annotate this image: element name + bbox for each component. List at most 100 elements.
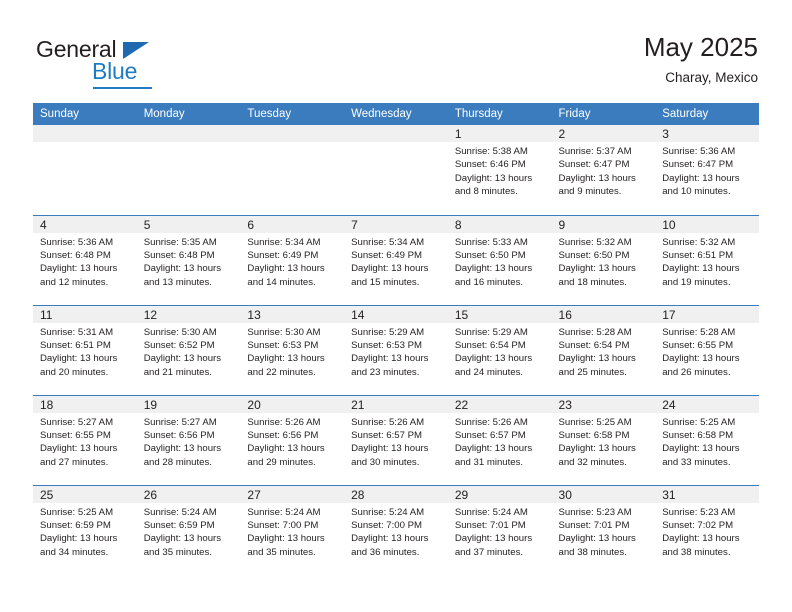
calendar-day-cell[interactable]: 23 Sunrise: 5:25 AM Sunset: 6:58 PM Dayligh… [551, 394, 656, 485]
calendar-day-cell[interactable]: 29 Sunrise: 5:24 AM Sunset: 7:01 PM Dayligh… [447, 484, 552, 576]
calendar-day-cell[interactable]: 1 Sunrise: 5:38 AM Sunset: 6:46 PM Daylight… [447, 125, 552, 215]
sunset-text: Sunset: 7:01 PM [558, 519, 630, 531]
calendar-day-cell[interactable]: 13 Sunrise: 5:30 AM Sunset: 6:53 PM Dayligh… [240, 304, 345, 395]
calendar-day-cell[interactable]: 5 Sunrise: 5:35 AM Sunset: 6:48 PM Daylight… [136, 214, 241, 305]
sunset-text: Sunset: 6:58 PM [662, 429, 734, 441]
daylight-text: Daylight: 13 hours and 14 minutes. [247, 263, 325, 288]
day-cell-inner: 3 Sunrise: 5:36 AM Sunset: 6:47 PM Daylight… [655, 125, 759, 215]
calendar-day-cell[interactable]: 10 Sunrise: 5:32 AM Sunset: 6:51 PM Dayligh… [655, 214, 759, 305]
day-number [136, 125, 241, 142]
day-details: Sunrise: 5:24 AM Sunset: 6:59 PM Daylight:… [137, 503, 241, 560]
calendar-day-cell[interactable]: 8 Sunrise: 5:33 AM Sunset: 6:50 PM Daylight… [447, 214, 552, 305]
day-cell-inner: 1 Sunrise: 5:38 AM Sunset: 6:46 PM Daylight… [447, 125, 552, 215]
day-cell-inner: 24 Sunrise: 5:25 AM Sunset: 6:58 PM Dayligh… [655, 395, 759, 485]
sunrise-text: Sunrise: 5:25 AM [662, 416, 736, 428]
day-number: 24 [655, 395, 759, 413]
page-title: May 2025 [643, 32, 758, 62]
day-cell-inner: 17 Sunrise: 5:28 AM Sunset: 6:55 PM Dayligh… [655, 305, 759, 395]
day-details: Sunrise: 5:28 AM Sunset: 6:54 PM Daylight:… [552, 323, 656, 380]
day-cell-inner: 29 Sunrise: 5:24 AM Sunset: 7:01 PM Dayligh… [447, 485, 552, 576]
day-cell-inner: 19 Sunrise: 5:27 AM Sunset: 6:56 PM Dayligh… [136, 395, 241, 485]
day-number [240, 125, 345, 142]
calendar-day-cell[interactable]: 6 Sunrise: 5:34 AM Sunset: 6:49 PM Daylight… [240, 214, 345, 305]
calendar-body: 1 Sunrise: 5:38 AM Sunset: 6:46 PM Daylight… [33, 125, 759, 575]
calendar-day-cell[interactable]: 31 Sunrise: 5:23 AM Sunset: 7:02 PM Dayligh… [655, 484, 759, 575]
sunrise-text: Sunrise: 5:26 AM [454, 416, 528, 428]
day-cell-inner: 15 Sunrise: 5:29 AM Sunset: 6:54 PM Dayligh… [447, 305, 552, 395]
day-cell-inner: 18 Sunrise: 5:27 AM Sunset: 6:55 PM Dayligh… [33, 395, 137, 485]
calendar-day-cell[interactable]: 28 Sunrise: 5:24 AM Sunset: 7:00 PM Dayligh… [344, 484, 448, 575]
day-details: Sunrise: 5:26 AM Sunset: 6:56 PM Daylight:… [240, 413, 344, 470]
day-number: 14 [344, 305, 448, 323]
day-number: 4 [33, 215, 137, 233]
daylight-text: Daylight: 13 hours and 36 minutes. [351, 533, 429, 558]
logo-underline [93, 87, 152, 89]
calendar-day-cell[interactable]: 25 Sunrise: 5:25 AM Sunset: 6:59 PM Dayligh… [33, 484, 137, 575]
day-number: 25 [33, 485, 137, 503]
daylight-text: Daylight: 13 hours and 21 minutes. [143, 353, 222, 378]
day-cell-inner [240, 125, 345, 215]
calendar-day-cell[interactable]: 9 Sunrise: 5:32 AM Sunset: 6:50 PM Daylight… [551, 214, 656, 305]
daylight-text: Daylight: 13 hours and 13 minutes. [143, 263, 222, 288]
calendar-table: Sunday Monday Tuesday Wednesday Thursday… [33, 103, 759, 575]
calendar-day-cell[interactable]: 20 Sunrise: 5:26 AM Sunset: 6:56 PM Dayligh… [240, 394, 345, 485]
calendar-day-cell[interactable]: 17 Sunrise: 5:28 AM Sunset: 6:55 PM Dayligh… [655, 304, 759, 395]
day-number: 17 [655, 305, 759, 323]
day-number: 21 [344, 395, 448, 413]
sunrise-text: Sunrise: 5:28 AM [558, 326, 632, 338]
weekday-header-saturday: Saturday [655, 103, 759, 125]
day-number: 8 [447, 215, 552, 233]
day-number: 13 [240, 305, 345, 323]
day-number [33, 125, 137, 142]
sunset-text: Sunset: 6:53 PM [247, 339, 319, 351]
calendar-day-cell[interactable]: 4 Sunrise: 5:36 AM Sunset: 6:48 PM Daylight… [33, 214, 137, 305]
calendar-day-cell[interactable]: 15 Sunrise: 5:29 AM Sunset: 6:54 PM Dayligh… [447, 304, 552, 395]
general-blue-logo[interactable]: General Blue [36, 36, 216, 90]
sunset-text: Sunset: 7:00 PM [351, 519, 423, 531]
day-details: Sunrise: 5:29 AM Sunset: 6:53 PM Daylight:… [344, 323, 448, 380]
sunset-text: Sunset: 6:55 PM [662, 339, 734, 351]
calendar-week-row: 11 Sunrise: 5:31 AM Sunset: 6:51 PM Dayligh… [33, 304, 759, 395]
day-cell-inner: 27 Sunrise: 5:24 AM Sunset: 7:00 PM Dayligh… [240, 485, 345, 576]
calendar-day-cell[interactable]: 19 Sunrise: 5:27 AM Sunset: 6:56 PM Dayligh… [136, 394, 241, 485]
day-number: 26 [136, 485, 241, 503]
daylight-text: Daylight: 13 hours and 19 minutes. [662, 263, 740, 288]
calendar-day-cell[interactable]: 27 Sunrise: 5:24 AM Sunset: 7:00 PM Dayligh… [240, 484, 345, 576]
day-cell-inner: 9 Sunrise: 5:32 AM Sunset: 6:50 PM Daylight… [551, 215, 656, 305]
calendar-day-cell[interactable]: 18 Sunrise: 5:27 AM Sunset: 6:55 PM Dayligh… [33, 394, 137, 485]
sunrise-text: Sunrise: 5:25 AM [558, 416, 632, 428]
calendar-day-cell[interactable]: 3 Sunrise: 5:36 AM Sunset: 6:47 PM Daylight… [655, 125, 759, 215]
calendar-day-cell[interactable]: 2 Sunrise: 5:37 AM Sunset: 6:47 PM Daylight… [551, 125, 656, 215]
sunrise-text: Sunrise: 5:37 AM [558, 146, 632, 157]
sunrise-text: Sunrise: 5:26 AM [247, 416, 321, 428]
daylight-text: Daylight: 13 hours and 37 minutes. [454, 533, 533, 558]
day-number: 29 [447, 485, 552, 503]
day-cell-inner: 20 Sunrise: 5:26 AM Sunset: 6:56 PM Dayligh… [240, 395, 345, 485]
sunset-text: Sunset: 6:49 PM [247, 249, 319, 261]
calendar-day-cell[interactable]: 11 Sunrise: 5:31 AM Sunset: 6:51 PM Dayligh… [33, 304, 137, 395]
day-details: Sunrise: 5:26 AM Sunset: 6:57 PM Daylight:… [448, 413, 552, 470]
daylight-text: Daylight: 13 hours and 35 minutes. [247, 533, 325, 558]
day-number: 10 [655, 215, 759, 233]
sunset-text: Sunset: 6:46 PM [454, 159, 526, 171]
calendar-day-cell[interactable]: 21 Sunrise: 5:26 AM Sunset: 6:57 PM Dayligh… [344, 394, 448, 485]
calendar-day-cell[interactable]: 22 Sunrise: 5:26 AM Sunset: 6:57 PM Dayligh… [447, 394, 552, 485]
calendar-day-cell[interactable]: 24 Sunrise: 5:25 AM Sunset: 6:58 PM Dayligh… [655, 394, 759, 485]
calendar-day-cell[interactable]: 26 Sunrise: 5:24 AM Sunset: 6:59 PM Dayligh… [136, 484, 241, 575]
day-details: Sunrise: 5:37 AM Sunset: 6:47 PM Daylight:… [552, 142, 656, 199]
daylight-text: Daylight: 13 hours and 34 minutes. [40, 533, 118, 558]
daylight-text: Daylight: 13 hours and 20 minutes. [40, 353, 118, 378]
calendar-week-row: 1 Sunrise: 5:38 AM Sunset: 6:46 PM Daylight… [33, 125, 759, 215]
sunset-text: Sunset: 6:47 PM [558, 159, 630, 171]
calendar-day-cell[interactable]: 16 Sunrise: 5:28 AM Sunset: 6:54 PM Dayligh… [551, 304, 656, 395]
day-details: Sunrise: 5:32 AM Sunset: 6:51 PM Daylight:… [655, 233, 759, 290]
day-cell-inner: 11 Sunrise: 5:31 AM Sunset: 6:51 PM Dayligh… [33, 305, 137, 395]
daylight-text: Daylight: 13 hours and 38 minutes. [558, 533, 636, 558]
calendar-day-cell[interactable]: 12 Sunrise: 5:30 AM Sunset: 6:52 PM Dayligh… [136, 304, 241, 395]
sunrise-text: Sunrise: 5:25 AM [40, 506, 114, 518]
day-number: 11 [33, 305, 137, 323]
calendar-day-cell[interactable]: 14 Sunrise: 5:29 AM Sunset: 6:53 PM Dayligh… [344, 304, 448, 395]
calendar-day-cell[interactable]: 30 Sunrise: 5:23 AM Sunset: 7:01 PM Dayligh… [551, 484, 656, 575]
calendar-day-cell[interactable]: 7 Sunrise: 5:34 AM Sunset: 6:49 PM Daylight… [344, 214, 448, 305]
sunset-text: Sunset: 6:55 PM [40, 429, 111, 441]
